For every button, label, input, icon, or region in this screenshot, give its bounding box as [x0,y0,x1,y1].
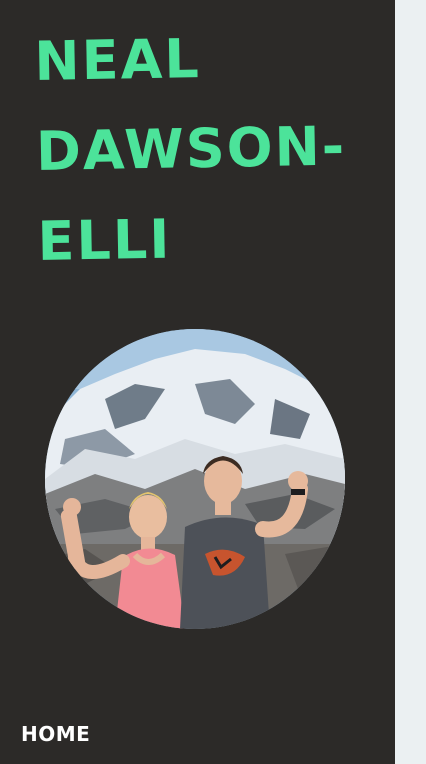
profile-photo-illustration [45,329,345,629]
site-title[interactable]: NEAL DAWSON- ELLI [34,11,379,287]
nav-item-home: HOME [21,722,90,746]
profile-photo [45,329,345,629]
site-title-line-3: ELLI [37,207,172,273]
site-title-line-2: DAWSON- [35,114,347,183]
sidebar: NEAL DAWSON- ELLI HOME [0,0,395,764]
main-content-edge [395,0,426,764]
main-nav: HOME [21,722,90,746]
site-title-line-1: NEAL [33,27,202,93]
nav-link-home[interactable]: HOME [21,722,90,746]
